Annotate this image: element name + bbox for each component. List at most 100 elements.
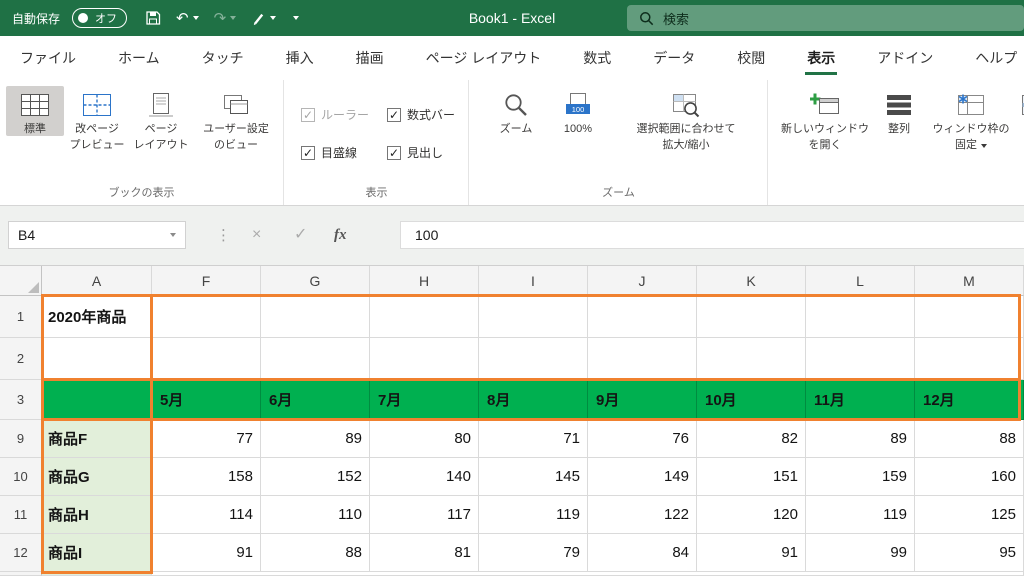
redo-button[interactable]: ↷ bbox=[214, 11, 237, 26]
tab-data[interactable]: データ bbox=[651, 36, 697, 80]
column-header-F[interactable]: F bbox=[152, 266, 261, 296]
cell-month[interactable]: 10月 bbox=[697, 380, 806, 420]
cell-value[interactable]: 114 bbox=[152, 496, 261, 534]
cell-value[interactable]: 80 bbox=[370, 420, 479, 458]
cell-month[interactable]: 11月 bbox=[806, 380, 915, 420]
cell-value[interactable]: 152 bbox=[261, 458, 370, 496]
row-header-9[interactable]: 9 bbox=[0, 420, 42, 458]
cell-value[interactable]: 110 bbox=[261, 496, 370, 534]
cell[interactable] bbox=[370, 338, 479, 380]
cell-value[interactable]: 84 bbox=[588, 534, 697, 572]
tab-help[interactable]: ヘルプ bbox=[973, 36, 1019, 80]
checkbox-gridlines[interactable]: 目盛線 bbox=[301, 144, 357, 161]
cell-A1-title[interactable]: 2020年商品 bbox=[42, 296, 152, 338]
cell-value[interactable]: 88 bbox=[915, 420, 1024, 458]
zoom-to-selection-button[interactable]: 選択範囲に合わせて 拡大/縮小 bbox=[610, 86, 762, 152]
page-break-preview-button[interactable]: 改ページ プレビュー bbox=[66, 86, 128, 152]
formula-input[interactable]: 100 bbox=[400, 221, 1024, 249]
cell[interactable] bbox=[697, 338, 806, 380]
cell-value[interactable]: 79 bbox=[479, 534, 588, 572]
cell-value[interactable]: 158 bbox=[152, 458, 261, 496]
cell-value[interactable]: 140 bbox=[370, 458, 479, 496]
row-header-10[interactable]: 10 bbox=[0, 458, 42, 496]
tab-home[interactable]: ホーム bbox=[116, 36, 162, 80]
cell-month[interactable]: 6月 bbox=[261, 380, 370, 420]
normal-view-button[interactable]: 標準 bbox=[6, 86, 64, 136]
cell-value[interactable]: 160 bbox=[915, 458, 1024, 496]
checkbox-formula-bar[interactable]: 数式バー bbox=[387, 106, 455, 123]
cell[interactable] bbox=[588, 338, 697, 380]
cell-value[interactable]: 77 bbox=[152, 420, 261, 458]
split-window-button[interactable] bbox=[1019, 86, 1024, 120]
cell-product-label[interactable]: 商品I bbox=[42, 534, 152, 572]
cell-value[interactable]: 149 bbox=[588, 458, 697, 496]
column-header-J[interactable]: J bbox=[588, 266, 697, 296]
row-header-11[interactable]: 11 bbox=[0, 496, 42, 534]
new-window-button[interactable]: 新しいウィンドウ を開く bbox=[777, 86, 873, 152]
cell-value[interactable]: 125 bbox=[915, 496, 1024, 534]
insert-function-button[interactable]: fx bbox=[334, 225, 347, 245]
cell-value[interactable]: 89 bbox=[261, 420, 370, 458]
undo-button[interactable]: ↶ bbox=[176, 11, 199, 26]
row-header-2[interactable]: 2 bbox=[0, 338, 42, 380]
cell[interactable] bbox=[479, 296, 588, 338]
row-header-1[interactable]: 1 bbox=[0, 296, 42, 338]
cell-partial[interactable] bbox=[152, 572, 1024, 576]
column-header-G[interactable]: G bbox=[261, 266, 370, 296]
cell[interactable] bbox=[42, 338, 152, 380]
cell-value[interactable]: 71 bbox=[479, 420, 588, 458]
checkbox-headings[interactable]: 見出し bbox=[387, 144, 443, 161]
cell[interactable] bbox=[370, 296, 479, 338]
tab-formulas[interactable]: 数式 bbox=[581, 36, 613, 80]
search-input[interactable]: 検索 bbox=[627, 5, 1024, 31]
cancel-button[interactable]: × bbox=[252, 225, 261, 245]
cell-value[interactable]: 89 bbox=[806, 420, 915, 458]
cell[interactable] bbox=[479, 338, 588, 380]
tab-file[interactable]: ファイル bbox=[18, 36, 78, 80]
tab-review[interactable]: 校閲 bbox=[735, 36, 767, 80]
cell-value[interactable]: 145 bbox=[479, 458, 588, 496]
tab-view[interactable]: 表示 bbox=[805, 36, 837, 80]
cell[interactable] bbox=[152, 296, 261, 338]
column-header-H[interactable]: H bbox=[370, 266, 479, 296]
tab-insert[interactable]: 挿入 bbox=[284, 36, 316, 80]
tab-addins[interactable]: アドイン bbox=[875, 36, 935, 80]
cell[interactable] bbox=[806, 338, 915, 380]
cell[interactable] bbox=[588, 296, 697, 338]
cell-value[interactable]: 119 bbox=[479, 496, 588, 534]
cell-value[interactable]: 81 bbox=[370, 534, 479, 572]
cell-value[interactable]: 88 bbox=[261, 534, 370, 572]
cell[interactable] bbox=[261, 338, 370, 380]
cell-month[interactable]: 7月 bbox=[370, 380, 479, 420]
cell-month-blank[interactable] bbox=[42, 380, 152, 420]
cell-product-label-partial[interactable]: 商品J bbox=[42, 572, 152, 576]
freeze-panes-button[interactable]: ウィンドウ枠の 固定 bbox=[925, 86, 1017, 152]
checkbox-ruler[interactable]: ルーラー bbox=[301, 106, 369, 123]
cell-value[interactable]: 91 bbox=[697, 534, 806, 572]
cell-month[interactable]: 8月 bbox=[479, 380, 588, 420]
enter-button[interactable]: ✓ bbox=[294, 225, 307, 245]
zoom-100-button[interactable]: 100 100% bbox=[552, 86, 604, 136]
cell-value[interactable]: 82 bbox=[697, 420, 806, 458]
cell-product-label[interactable]: 商品F bbox=[42, 420, 152, 458]
cell-value[interactable]: 122 bbox=[588, 496, 697, 534]
tab-touch[interactable]: タッチ bbox=[200, 36, 246, 80]
tab-draw[interactable]: 描画 bbox=[354, 36, 386, 80]
cell-value[interactable]: 91 bbox=[152, 534, 261, 572]
cell-value[interactable]: 99 bbox=[806, 534, 915, 572]
cell[interactable] bbox=[915, 338, 1024, 380]
arrange-all-button[interactable]: 整列 bbox=[877, 86, 921, 136]
cell-product-label[interactable]: 商品H bbox=[42, 496, 152, 534]
row-header-13-partial[interactable] bbox=[0, 572, 42, 576]
name-box[interactable]: B4 bbox=[8, 221, 186, 249]
column-header-L[interactable]: L bbox=[806, 266, 915, 296]
cell[interactable] bbox=[152, 338, 261, 380]
cell-value[interactable]: 95 bbox=[915, 534, 1024, 572]
cell[interactable] bbox=[697, 296, 806, 338]
row-header-12[interactable]: 12 bbox=[0, 534, 42, 572]
cell-value[interactable]: 76 bbox=[588, 420, 697, 458]
custom-views-button[interactable]: ユーザー設定 のビュー bbox=[194, 86, 278, 152]
cell-value[interactable]: 120 bbox=[697, 496, 806, 534]
cell[interactable] bbox=[261, 296, 370, 338]
column-header-A[interactable]: A bbox=[42, 266, 152, 296]
